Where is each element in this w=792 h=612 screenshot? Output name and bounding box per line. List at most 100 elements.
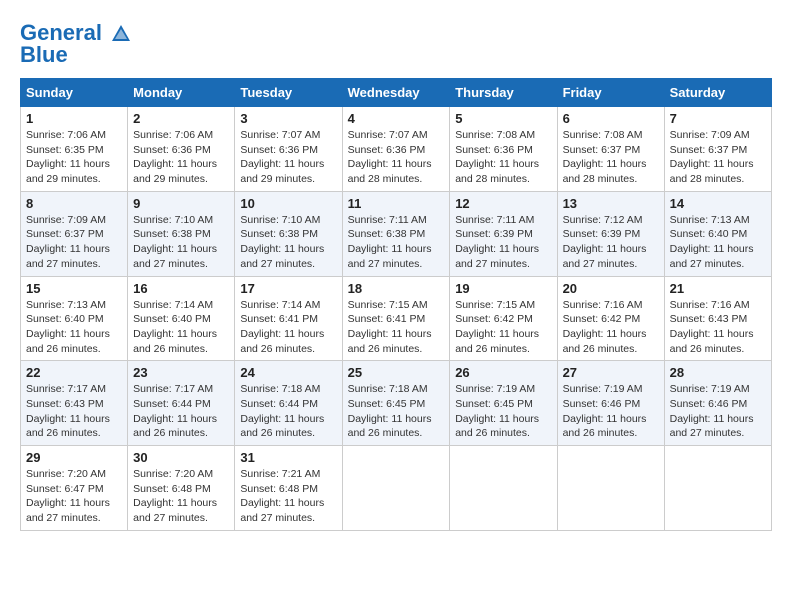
calendar-header-saturday: Saturday (664, 79, 771, 107)
day-number: 6 (563, 111, 659, 126)
calendar-cell: 11 Sunrise: 7:11 AMSunset: 6:38 PMDaylig… (342, 191, 450, 276)
calendar-header-friday: Friday (557, 79, 664, 107)
day-info: Sunrise: 7:12 AMSunset: 6:39 PMDaylight:… (563, 214, 647, 270)
calendar-cell: 26 Sunrise: 7:19 AMSunset: 6:45 PMDaylig… (450, 361, 557, 446)
calendar-cell: 4 Sunrise: 7:07 AMSunset: 6:36 PMDayligh… (342, 107, 450, 192)
day-number: 8 (26, 196, 122, 211)
day-number: 4 (348, 111, 445, 126)
day-info: Sunrise: 7:08 AMSunset: 6:37 PMDaylight:… (563, 129, 647, 185)
day-number: 2 (133, 111, 229, 126)
calendar-cell: 28 Sunrise: 7:19 AMSunset: 6:46 PMDaylig… (664, 361, 771, 446)
calendar-cell: 29 Sunrise: 7:20 AMSunset: 6:47 PMDaylig… (21, 446, 128, 531)
day-info: Sunrise: 7:14 AMSunset: 6:40 PMDaylight:… (133, 299, 217, 355)
day-info: Sunrise: 7:10 AMSunset: 6:38 PMDaylight:… (240, 214, 324, 270)
day-info: Sunrise: 7:13 AMSunset: 6:40 PMDaylight:… (26, 299, 110, 355)
day-number: 23 (133, 365, 229, 380)
day-number: 13 (563, 196, 659, 211)
calendar-cell: 8 Sunrise: 7:09 AMSunset: 6:37 PMDayligh… (21, 191, 128, 276)
calendar-cell: 19 Sunrise: 7:15 AMSunset: 6:42 PMDaylig… (450, 276, 557, 361)
calendar-cell (450, 446, 557, 531)
logo: General Blue (20, 20, 132, 68)
calendar-cell: 3 Sunrise: 7:07 AMSunset: 6:36 PMDayligh… (235, 107, 342, 192)
calendar-cell: 22 Sunrise: 7:17 AMSunset: 6:43 PMDaylig… (21, 361, 128, 446)
calendar-header-tuesday: Tuesday (235, 79, 342, 107)
day-number: 25 (348, 365, 445, 380)
calendar-cell: 30 Sunrise: 7:20 AMSunset: 6:48 PMDaylig… (128, 446, 235, 531)
day-info: Sunrise: 7:17 AMSunset: 6:43 PMDaylight:… (26, 383, 110, 439)
day-number: 30 (133, 450, 229, 465)
day-number: 5 (455, 111, 551, 126)
calendar-cell: 23 Sunrise: 7:17 AMSunset: 6:44 PMDaylig… (128, 361, 235, 446)
day-number: 1 (26, 111, 122, 126)
calendar-week-5: 29 Sunrise: 7:20 AMSunset: 6:47 PMDaylig… (21, 446, 772, 531)
calendar-cell: 17 Sunrise: 7:14 AMSunset: 6:41 PMDaylig… (235, 276, 342, 361)
calendar-cell (342, 446, 450, 531)
calendar-cell: 24 Sunrise: 7:18 AMSunset: 6:44 PMDaylig… (235, 361, 342, 446)
day-number: 15 (26, 281, 122, 296)
calendar-cell: 27 Sunrise: 7:19 AMSunset: 6:46 PMDaylig… (557, 361, 664, 446)
calendar-cell (557, 446, 664, 531)
calendar-header-wednesday: Wednesday (342, 79, 450, 107)
day-info: Sunrise: 7:18 AMSunset: 6:44 PMDaylight:… (240, 383, 324, 439)
day-info: Sunrise: 7:14 AMSunset: 6:41 PMDaylight:… (240, 299, 324, 355)
day-number: 28 (670, 365, 766, 380)
calendar-header-row: SundayMondayTuesdayWednesdayThursdayFrid… (21, 79, 772, 107)
day-info: Sunrise: 7:18 AMSunset: 6:45 PMDaylight:… (348, 383, 432, 439)
day-number: 26 (455, 365, 551, 380)
day-number: 10 (240, 196, 336, 211)
logo-line2: Blue (20, 42, 68, 68)
day-number: 16 (133, 281, 229, 296)
day-info: Sunrise: 7:15 AMSunset: 6:41 PMDaylight:… (348, 299, 432, 355)
calendar-week-1: 1 Sunrise: 7:06 AMSunset: 6:35 PMDayligh… (21, 107, 772, 192)
calendar-week-3: 15 Sunrise: 7:13 AMSunset: 6:40 PMDaylig… (21, 276, 772, 361)
calendar-cell: 9 Sunrise: 7:10 AMSunset: 6:38 PMDayligh… (128, 191, 235, 276)
day-info: Sunrise: 7:13 AMSunset: 6:40 PMDaylight:… (670, 214, 754, 270)
day-number: 27 (563, 365, 659, 380)
calendar-cell: 31 Sunrise: 7:21 AMSunset: 6:48 PMDaylig… (235, 446, 342, 531)
day-number: 12 (455, 196, 551, 211)
day-info: Sunrise: 7:21 AMSunset: 6:48 PMDaylight:… (240, 468, 324, 524)
day-info: Sunrise: 7:06 AMSunset: 6:35 PMDaylight:… (26, 129, 110, 185)
day-info: Sunrise: 7:20 AMSunset: 6:48 PMDaylight:… (133, 468, 217, 524)
day-info: Sunrise: 7:11 AMSunset: 6:39 PMDaylight:… (455, 214, 539, 270)
day-number: 21 (670, 281, 766, 296)
day-number: 20 (563, 281, 659, 296)
calendar-cell: 14 Sunrise: 7:13 AMSunset: 6:40 PMDaylig… (664, 191, 771, 276)
day-info: Sunrise: 7:20 AMSunset: 6:47 PMDaylight:… (26, 468, 110, 524)
day-info: Sunrise: 7:15 AMSunset: 6:42 PMDaylight:… (455, 299, 539, 355)
page-header: General Blue (20, 20, 772, 68)
calendar-table: SundayMondayTuesdayWednesdayThursdayFrid… (20, 78, 772, 531)
calendar-header-monday: Monday (128, 79, 235, 107)
day-info: Sunrise: 7:07 AMSunset: 6:36 PMDaylight:… (240, 129, 324, 185)
calendar-header-sunday: Sunday (21, 79, 128, 107)
calendar-cell: 7 Sunrise: 7:09 AMSunset: 6:37 PMDayligh… (664, 107, 771, 192)
calendar-cell: 6 Sunrise: 7:08 AMSunset: 6:37 PMDayligh… (557, 107, 664, 192)
day-number: 17 (240, 281, 336, 296)
day-info: Sunrise: 7:06 AMSunset: 6:36 PMDaylight:… (133, 129, 217, 185)
day-number: 11 (348, 196, 445, 211)
day-info: Sunrise: 7:16 AMSunset: 6:43 PMDaylight:… (670, 299, 754, 355)
calendar-cell: 16 Sunrise: 7:14 AMSunset: 6:40 PMDaylig… (128, 276, 235, 361)
calendar-cell: 18 Sunrise: 7:15 AMSunset: 6:41 PMDaylig… (342, 276, 450, 361)
logo-icon (110, 23, 132, 45)
calendar-cell: 12 Sunrise: 7:11 AMSunset: 6:39 PMDaylig… (450, 191, 557, 276)
day-info: Sunrise: 7:17 AMSunset: 6:44 PMDaylight:… (133, 383, 217, 439)
calendar-cell: 10 Sunrise: 7:10 AMSunset: 6:38 PMDaylig… (235, 191, 342, 276)
day-number: 24 (240, 365, 336, 380)
calendar-cell: 21 Sunrise: 7:16 AMSunset: 6:43 PMDaylig… (664, 276, 771, 361)
calendar-cell: 15 Sunrise: 7:13 AMSunset: 6:40 PMDaylig… (21, 276, 128, 361)
day-number: 29 (26, 450, 122, 465)
day-info: Sunrise: 7:19 AMSunset: 6:46 PMDaylight:… (563, 383, 647, 439)
calendar-cell: 25 Sunrise: 7:18 AMSunset: 6:45 PMDaylig… (342, 361, 450, 446)
day-info: Sunrise: 7:09 AMSunset: 6:37 PMDaylight:… (670, 129, 754, 185)
day-number: 19 (455, 281, 551, 296)
day-number: 3 (240, 111, 336, 126)
day-number: 18 (348, 281, 445, 296)
calendar-cell: 5 Sunrise: 7:08 AMSunset: 6:36 PMDayligh… (450, 107, 557, 192)
calendar-cell: 2 Sunrise: 7:06 AMSunset: 6:36 PMDayligh… (128, 107, 235, 192)
calendar-cell: 20 Sunrise: 7:16 AMSunset: 6:42 PMDaylig… (557, 276, 664, 361)
day-number: 14 (670, 196, 766, 211)
day-info: Sunrise: 7:09 AMSunset: 6:37 PMDaylight:… (26, 214, 110, 270)
day-info: Sunrise: 7:08 AMSunset: 6:36 PMDaylight:… (455, 129, 539, 185)
calendar-week-4: 22 Sunrise: 7:17 AMSunset: 6:43 PMDaylig… (21, 361, 772, 446)
